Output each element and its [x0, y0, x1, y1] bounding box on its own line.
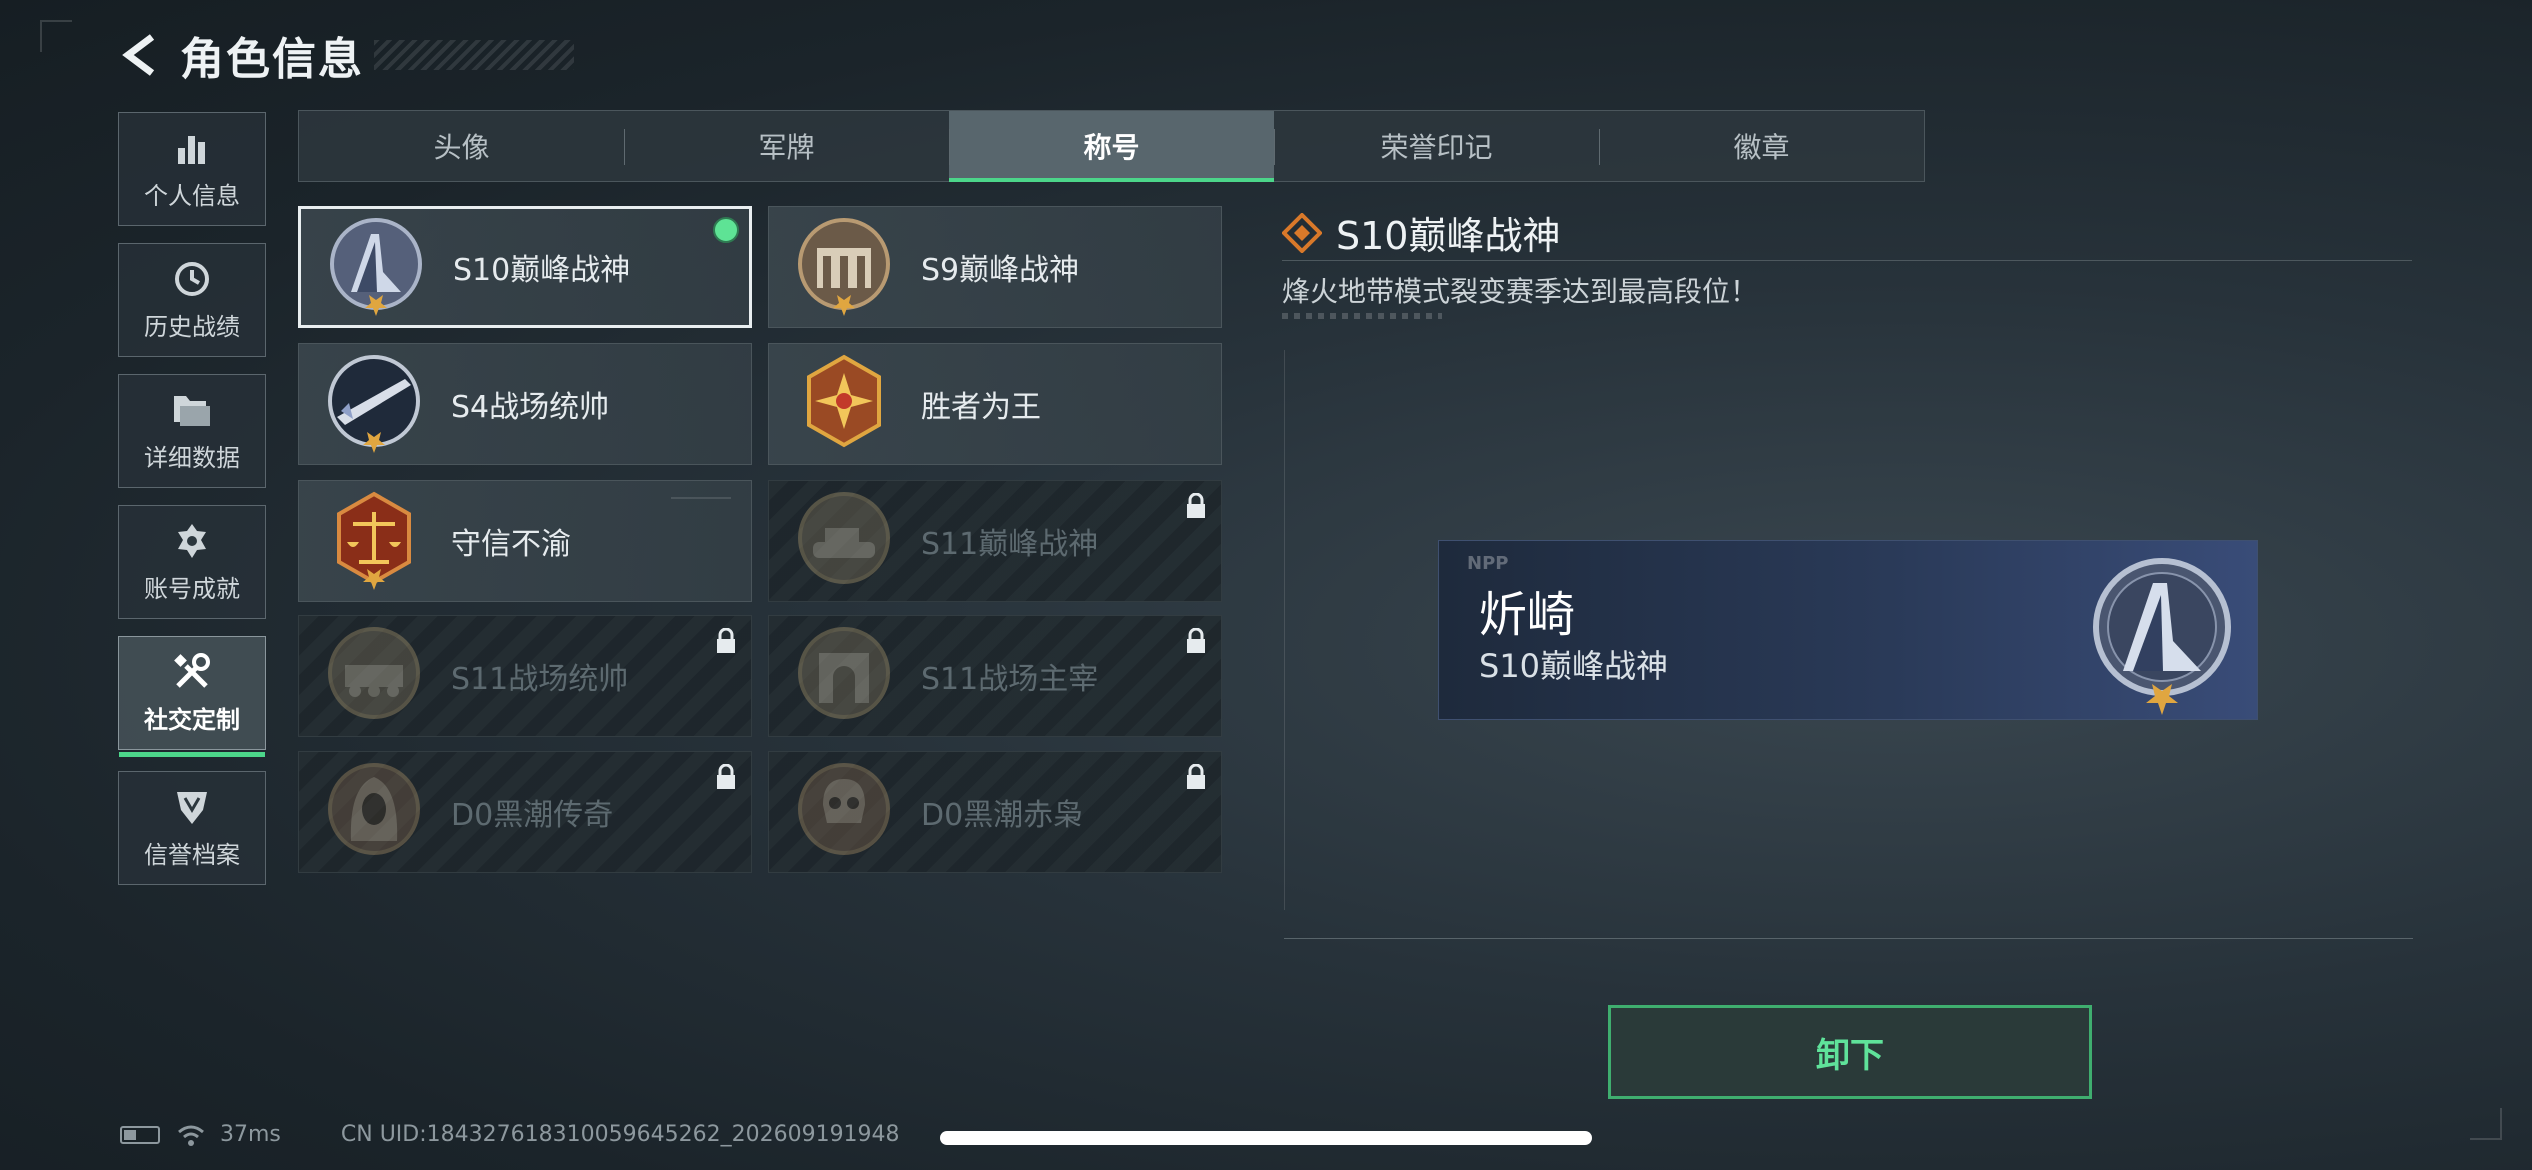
nav-social-customization[interactable]: 社交定制	[118, 636, 266, 757]
title-name: D0黑潮传奇	[451, 798, 614, 833]
page-header: 角色信息	[120, 25, 574, 85]
arch-medal-icon	[798, 627, 890, 719]
title-name: S11巅峰战神	[921, 527, 1099, 562]
frame-corner	[40, 20, 72, 52]
title-card[interactable]: S10巅峰战神	[298, 206, 752, 328]
nav-detailed-data[interactable]: 详细数据	[118, 374, 266, 488]
lock-icon	[717, 764, 735, 789]
title-name: 胜者为王	[921, 390, 1041, 425]
frame-corner	[2470, 1108, 2502, 1140]
title-name: 守信不渝	[451, 527, 571, 562]
lock-icon	[1187, 764, 1205, 789]
nav-label: 社交定制	[144, 705, 240, 734]
star-cross-medal-icon	[807, 354, 881, 448]
nav-label: 信誉档案	[144, 840, 240, 869]
skull-medal-icon	[798, 763, 890, 855]
tools-icon	[172, 652, 212, 692]
nav-label: 个人信息	[144, 181, 240, 210]
status-bar: 37ms CN UID:18432761831005964526​2_20260…	[120, 1122, 900, 1147]
category-tabs: 头像 军牌 称号 荣誉印记 徽章	[298, 110, 1925, 182]
tab-title[interactable]: 称号	[949, 111, 1274, 182]
divider	[1282, 260, 2412, 261]
nav-credit-profile[interactable]: 信誉档案	[118, 771, 266, 885]
gate-medal-icon	[798, 218, 890, 316]
title-card[interactable]: 胜者为王	[768, 343, 1222, 465]
lock-icon	[717, 628, 735, 653]
decoration-dash	[1282, 313, 1442, 319]
equipped-indicator	[713, 217, 739, 243]
nav-history[interactable]: 历史战绩	[118, 243, 266, 357]
ping-text: 37ms	[220, 1122, 281, 1147]
player-title: S10巅峰战神	[1479, 647, 1669, 685]
nav-label: 详细数据	[144, 443, 240, 472]
title-name: S11战场主宰	[921, 662, 1099, 697]
title-name: S4战场统帅	[451, 390, 610, 425]
tower-medal-icon	[2093, 558, 2231, 715]
title-name: S9巅峰战神	[921, 253, 1080, 288]
title-card[interactable]: D0黑潮传奇	[298, 751, 752, 873]
title-card[interactable]: S11战场统帅	[298, 615, 752, 737]
tank-medal-icon	[798, 492, 890, 584]
uid-text: CN UID:18432761831005964526​2_2026091919…	[340, 1122, 900, 1147]
tower-medal-icon	[330, 218, 422, 316]
bar-chart-icon	[172, 128, 212, 168]
vehicle-medal-icon	[328, 627, 420, 719]
title-card[interactable]: S11巅峰战神	[768, 480, 1222, 602]
folder-icon	[172, 390, 212, 430]
tab-honor-mark[interactable]: 荣誉印记	[1274, 111, 1599, 181]
detail-title: S10巅峰战神	[1336, 214, 1561, 258]
npp-watermark: NPP	[1467, 553, 1509, 574]
detail-description: 烽火地带模式裂变赛季达到最高段位！	[1282, 275, 1759, 308]
diamond-icon	[1282, 212, 1322, 253]
credit-shield-icon	[172, 787, 212, 827]
battery-icon	[120, 1125, 160, 1144]
page-title: 角色信息	[180, 34, 364, 85]
tab-badge[interactable]: 徽章	[1599, 111, 1924, 181]
unequip-button[interactable]: 卸下	[1608, 1005, 2092, 1099]
title-card[interactable]: S4战场统帅	[298, 343, 752, 465]
achievement-icon	[172, 521, 212, 561]
title-card[interactable]: D0黑潮赤枭	[768, 751, 1222, 873]
hood-medal-icon	[328, 763, 420, 855]
title-card[interactable]: S11战场主宰	[768, 615, 1222, 737]
title-card[interactable]: S9巅峰战神	[768, 206, 1222, 328]
title-card[interactable]: 守信不渝	[298, 480, 752, 602]
title-name: S10巅峰战神	[453, 253, 631, 288]
home-indicator[interactable]	[940, 1131, 1592, 1145]
detail-header: S10巅峰战神	[1282, 205, 1560, 260]
title-name: D0黑潮赤枭	[921, 798, 1084, 833]
missile-medal-icon	[328, 355, 420, 453]
tab-avatar[interactable]: 头像	[299, 111, 624, 181]
back-arrow-icon[interactable]	[120, 31, 160, 79]
title-decoration	[374, 40, 574, 70]
clock-history-icon	[172, 259, 212, 299]
wifi-icon	[178, 1125, 204, 1146]
scales-medal-icon	[337, 491, 411, 590]
nav-personal-info[interactable]: 个人信息	[118, 112, 266, 226]
player-name: 炘崎	[1479, 587, 1576, 643]
tab-dog-tag[interactable]: 军牌	[624, 111, 949, 181]
lock-icon	[1187, 493, 1205, 518]
title-preview-banner: NPP 炘崎 S10巅峰战神	[1438, 540, 2258, 720]
lock-icon	[1187, 628, 1205, 653]
nav-label: 历史战绩	[144, 312, 240, 341]
divider	[1284, 938, 2413, 939]
title-name: S11战场统帅	[451, 662, 629, 697]
card-decoration	[671, 497, 731, 499]
nav-label: 账号成就	[144, 574, 240, 603]
nav-achievements[interactable]: 账号成就	[118, 505, 266, 619]
